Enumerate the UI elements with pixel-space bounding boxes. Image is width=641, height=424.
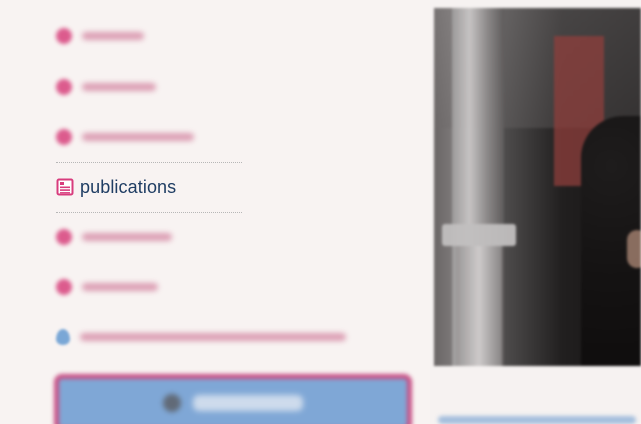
- publications-icon: [56, 178, 74, 196]
- hero-photo: [434, 8, 641, 366]
- blurred-label: [82, 133, 194, 141]
- location-pin-icon: [56, 329, 70, 345]
- blurred-label: [80, 333, 346, 341]
- sidebar-navigation: publications: [0, 0, 430, 424]
- blurred-label: [82, 233, 172, 241]
- nav-item-academic-center[interactable]: [56, 123, 246, 151]
- photo-pillar-cap: [442, 224, 516, 246]
- blurred-link[interactable]: [438, 416, 636, 424]
- nav-item-contact-us[interactable]: [56, 273, 246, 301]
- photo-pillar-base: [456, 246, 502, 366]
- user-icon: [163, 394, 181, 412]
- nav-item-home[interactable]: [56, 22, 246, 50]
- blurred-label: [82, 283, 158, 291]
- divider: [56, 162, 242, 163]
- blurred-action-button[interactable]: [54, 374, 412, 424]
- blurred-label: [193, 395, 303, 411]
- calendar-icon: [56, 79, 72, 95]
- divider: [56, 212, 242, 213]
- document-icon: [56, 229, 72, 245]
- nav-item-documents[interactable]: [56, 223, 246, 251]
- photo-detail: [627, 230, 641, 268]
- nav-item-calendar[interactable]: [56, 73, 246, 101]
- nav-item-publications[interactable]: publications: [56, 173, 176, 201]
- people-icon: [56, 129, 72, 145]
- nav-item-label: publications: [80, 177, 177, 197]
- blurred-label: [82, 32, 144, 40]
- nav-item-location[interactable]: [56, 323, 376, 351]
- home-icon: [56, 28, 72, 44]
- blurred-label: [82, 83, 156, 91]
- contact-icon: [56, 279, 72, 295]
